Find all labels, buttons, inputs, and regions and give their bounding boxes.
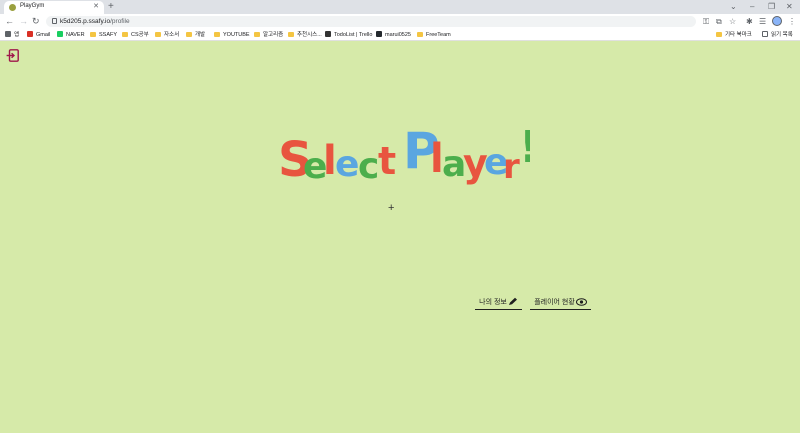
trello-icon — [325, 31, 331, 37]
player-status-link[interactable]: 플레이어 현황 — [530, 296, 591, 310]
player-status-label: 플레이어 현황 — [534, 299, 575, 306]
bookmark-label: FreeTeam — [426, 32, 451, 38]
bookmark-label: SSAFY — [99, 32, 118, 38]
tab-search-icon[interactable]: ⌄ — [730, 2, 737, 12]
bookmark-item[interactable]: FreeTeam — [417, 30, 451, 40]
bookmark-item[interactable]: NAVER — [57, 30, 85, 40]
add-player-button[interactable]: + — [388, 202, 394, 214]
bookmark-item[interactable]: marui0525 — [376, 30, 411, 40]
pencil-icon — [508, 297, 517, 305]
my-info-link[interactable]: 나의 정보 — [475, 296, 522, 310]
folder-icon — [214, 32, 220, 37]
headline-letter: t — [378, 139, 396, 183]
profile-avatar[interactable] — [772, 16, 782, 26]
bookmark-star-icon[interactable]: ☆ — [729, 16, 736, 27]
folder-icon — [417, 32, 423, 37]
reload-icon[interactable]: ↻ — [32, 16, 40, 27]
exit-icon[interactable] — [6, 49, 19, 62]
close-tab-icon[interactable]: ✕ — [93, 2, 99, 10]
other-bookmarks[interactable]: 기타 북마크 — [716, 30, 752, 40]
folder-icon — [90, 32, 96, 37]
restore-icon[interactable]: ❐ — [768, 2, 775, 12]
bookmark-item[interactable]: SSAFY — [90, 30, 117, 40]
address-bar[interactable]: k5d205.p.ssafy.io/profile — [46, 16, 696, 27]
forward-icon[interactable]: → — [19, 16, 28, 27]
menu-icon[interactable]: ⋮ — [788, 16, 796, 27]
tab-title: PlayGym — [20, 3, 45, 9]
lock-icon — [52, 18, 57, 24]
eye-icon — [575, 298, 587, 306]
back-icon[interactable]: ← — [5, 16, 14, 27]
window-close-icon[interactable]: ✕ — [786, 2, 793, 12]
bookmark-item[interactable]: TodoList | Trello — [325, 30, 372, 40]
bookmark-item[interactable]: YOUTUBE — [214, 30, 250, 40]
reading-list-button[interactable]: 읽기 목록 — [762, 30, 793, 40]
bookmark-label: Gmail — [36, 32, 51, 38]
bookmark-label: TodoList | Trello — [334, 32, 373, 38]
bookmark-label: CS공부 — [131, 32, 149, 38]
folder-icon — [254, 32, 260, 37]
tab-strip: PlayGym ✕ + ⌄ – ❐ ✕ — [0, 0, 800, 14]
extensions-icon[interactable]: ✱ — [746, 16, 753, 27]
github-icon — [376, 31, 382, 37]
new-tab-button[interactable]: + — [108, 1, 114, 13]
minimize-icon[interactable]: – — [750, 2, 754, 12]
bookmark-item[interactable]: 추천시스... — [288, 30, 322, 40]
folder-icon — [122, 32, 128, 37]
folder-icon — [716, 32, 722, 37]
bookmark-label: YOUTUBE — [223, 32, 250, 38]
bookmark-label: 앱 — [14, 32, 20, 38]
gmail-icon — [27, 31, 33, 37]
headline-letter: e — [335, 144, 359, 185]
select-player-heading: SelectPlayer! — [278, 122, 530, 188]
browser-tab[interactable]: PlayGym ✕ — [4, 1, 104, 14]
site-favicon-icon — [9, 4, 16, 11]
bookmark-item[interactable]: 앱 — [5, 30, 19, 40]
folder-icon — [288, 32, 294, 37]
key-icon[interactable]: ⚿ — [703, 16, 709, 27]
bookmark-item[interactable]: 자소서 — [155, 30, 179, 40]
bookmark-item[interactable]: 개발 — [186, 30, 205, 40]
folder-icon — [155, 32, 161, 37]
my-info-label: 나의 정보 — [479, 299, 507, 306]
bookmark-item[interactable]: CS공부 — [122, 30, 149, 40]
bookmark-label: NAVER — [66, 32, 85, 38]
bookmark-label: 개발 — [195, 32, 206, 38]
address-url: k5d205.p.ssafy.io/profile — [60, 18, 130, 25]
reading-list-icon[interactable]: ☰ — [759, 16, 766, 27]
bookmarks-bar: 기타 북마크 읽기 목록 앱 Gmail NAVER SSAFY CS공부 자소서 개발 YO… — [0, 29, 800, 41]
bookmark-label: 자소서 — [164, 32, 180, 38]
bookmark-label: 추천시스... — [297, 32, 322, 38]
headline-letter: ! — [519, 122, 530, 173]
headline-letter: r — [503, 147, 520, 187]
bookmark-label: 알고리즘 — [263, 32, 284, 38]
naver-icon — [57, 31, 63, 37]
translate-icon[interactable]: ⧉ — [716, 16, 722, 27]
bookmark-label: marui0525 — [385, 32, 411, 38]
folder-icon — [186, 32, 192, 37]
headline-letter: c — [358, 146, 379, 187]
apps-icon — [5, 31, 11, 37]
bookmark-item[interactable]: Gmail — [27, 30, 50, 40]
browser-toolbar: ← → ↻ k5d205.p.ssafy.io/profile ⚿ ⧉ ☆ ✱ … — [0, 14, 800, 29]
bookmark-item[interactable]: 알고리즘 — [254, 30, 283, 40]
reading-list-icon — [762, 31, 768, 37]
